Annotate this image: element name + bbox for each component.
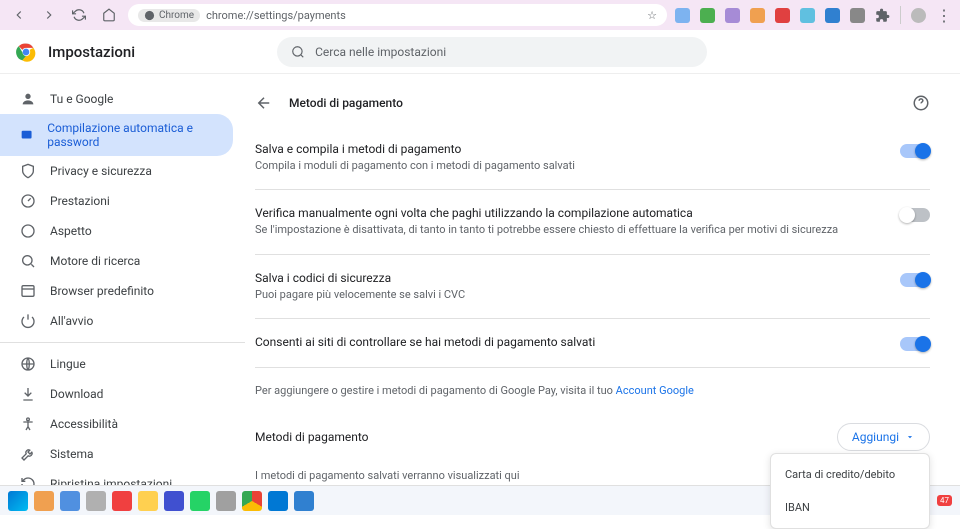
panel-title: Metodi di pagamento (289, 96, 403, 110)
setting-verify-manually: Verifica manualmente ogni volta che pagh… (255, 194, 930, 249)
help-icon[interactable] (912, 94, 930, 112)
app-name: Chrome (159, 10, 194, 21)
settings-main-panel: Metodi di pagamento Salva e compila i me… (245, 74, 960, 485)
account-google-link[interactable]: Account Google (616, 384, 694, 397)
person-icon (20, 91, 36, 107)
sidebar-item-downloads[interactable]: Download (0, 379, 233, 409)
wrench-icon (20, 446, 36, 462)
sidebar-item-on-startup[interactable]: All'avvio (0, 306, 233, 336)
sidebar-item-autofill[interactable]: Compilazione automatica e password (0, 114, 233, 156)
taskbar-whatsapp[interactable] (190, 491, 210, 511)
globe-icon (20, 356, 36, 372)
download-icon (20, 386, 36, 402)
power-icon (20, 313, 36, 329)
taskbar-app-6[interactable] (164, 491, 184, 511)
ext-icon-2[interactable] (700, 8, 715, 23)
star-icon[interactable]: ☆ (647, 9, 657, 22)
address-bar[interactable]: Chrome chrome://settings/payments ☆ (128, 4, 667, 26)
settings-sidebar: Tu e Google Compilazione automatica e pa… (0, 74, 245, 485)
extension-icons: ⋮ (675, 6, 952, 25)
ext-icon-7[interactable] (825, 8, 840, 23)
add-payment-button[interactable]: Aggiungi (837, 423, 930, 451)
dropdown-item-card[interactable]: Carta di credito/debito (771, 458, 929, 491)
page-title: Impostazioni (48, 43, 135, 61)
toggle-save-cvc[interactable] (900, 273, 930, 287)
kebab-menu-icon[interactable]: ⋮ (936, 6, 952, 25)
profile-avatar[interactable] (911, 8, 926, 23)
ext-icon-5[interactable] (775, 8, 790, 23)
autofill-icon (20, 127, 33, 143)
taskbar-app-3[interactable] (86, 491, 106, 511)
search-icon (291, 45, 305, 59)
taskbar-app-4[interactable] (112, 491, 132, 511)
taskbar-app-7[interactable] (216, 491, 236, 511)
taskbar-app-1[interactable] (34, 491, 54, 511)
taskbar-app-9[interactable] (294, 491, 314, 511)
reload-button[interactable] (68, 4, 90, 26)
section-label: Metodi di pagamento (255, 430, 369, 444)
settings-search-input[interactable]: Cerca nelle impostazioni (277, 37, 707, 67)
extensions-puzzle-icon[interactable] (875, 8, 890, 23)
back-button[interactable] (8, 4, 30, 26)
shield-icon (20, 163, 36, 179)
sidebar-item-search-engine[interactable]: Motore di ricerca (0, 246, 233, 276)
search-placeholder: Cerca nelle impostazioni (315, 45, 446, 59)
speedometer-icon (20, 193, 36, 209)
ext-icon-3[interactable] (725, 8, 740, 23)
chevron-down-icon (905, 432, 915, 442)
add-payment-dropdown: Carta di credito/debito IBAN (770, 453, 930, 529)
sidebar-item-default-browser[interactable]: Browser predefinito (0, 276, 233, 306)
panel-header: Metodi di pagamento (255, 88, 930, 130)
ext-icon-6[interactable] (800, 8, 815, 23)
chrome-logo-icon (16, 42, 36, 62)
sidebar-item-you-and-google[interactable]: Tu e Google (0, 84, 233, 114)
search-icon (20, 253, 36, 269)
home-button[interactable] (98, 4, 120, 26)
taskbar-app-8[interactable] (268, 491, 288, 511)
palette-icon (20, 223, 36, 239)
taskbar-app-5[interactable] (138, 491, 158, 511)
notification-badge[interactable]: 47 (937, 495, 952, 506)
sidebar-item-performance[interactable]: Prestazioni (0, 186, 233, 216)
sidebar-item-privacy[interactable]: Privacy e sicurezza (0, 156, 233, 186)
reset-icon (20, 476, 36, 485)
sidebar-item-appearance[interactable]: Aspetto (0, 216, 233, 246)
sidebar-item-accessibility[interactable]: Accessibilità (0, 409, 233, 439)
setting-save-fill-payment: Salva e compila i metodi di pagamentoCom… (255, 130, 930, 185)
ext-icon-1[interactable] (675, 8, 690, 23)
sidebar-item-languages[interactable]: Lingue (0, 349, 233, 379)
setting-save-cvc: Salva i codici di sicurezzaPuoi pagare p… (255, 259, 930, 314)
start-button[interactable] (8, 491, 28, 511)
google-pay-note: Per aggiungere o gestire i metodi di pag… (255, 372, 930, 409)
forward-button[interactable] (38, 4, 60, 26)
site-identity-chip[interactable]: Chrome (138, 9, 200, 22)
sidebar-item-system[interactable]: Sistema (0, 439, 233, 469)
toggle-allow-sites-check[interactable] (900, 337, 930, 351)
settings-header: Impostazioni Cerca nelle impostazioni (0, 30, 960, 74)
taskbar-chrome[interactable] (242, 491, 262, 511)
browser-icon (20, 283, 36, 299)
taskbar-app-2[interactable] (60, 491, 80, 511)
payment-methods-section: Metodi di pagamento Aggiungi Carta di cr… (255, 409, 930, 459)
ext-icon-4[interactable] (750, 8, 765, 23)
toggle-verify-manually[interactable] (900, 208, 930, 222)
setting-allow-sites-check: Consenti ai siti di controllare se hai m… (255, 323, 930, 363)
panel-back-button[interactable] (255, 94, 273, 112)
dropdown-item-iban[interactable]: IBAN (771, 491, 929, 524)
accessibility-icon (20, 416, 36, 432)
sidebar-item-reset[interactable]: Ripristina impostazioni (0, 469, 233, 485)
browser-toolbar: Chrome chrome://settings/payments ☆ ⋮ (0, 0, 960, 30)
url-text: chrome://settings/payments (206, 9, 346, 22)
ext-icon-8[interactable] (850, 8, 865, 23)
toggle-save-payment[interactable] (900, 144, 930, 158)
